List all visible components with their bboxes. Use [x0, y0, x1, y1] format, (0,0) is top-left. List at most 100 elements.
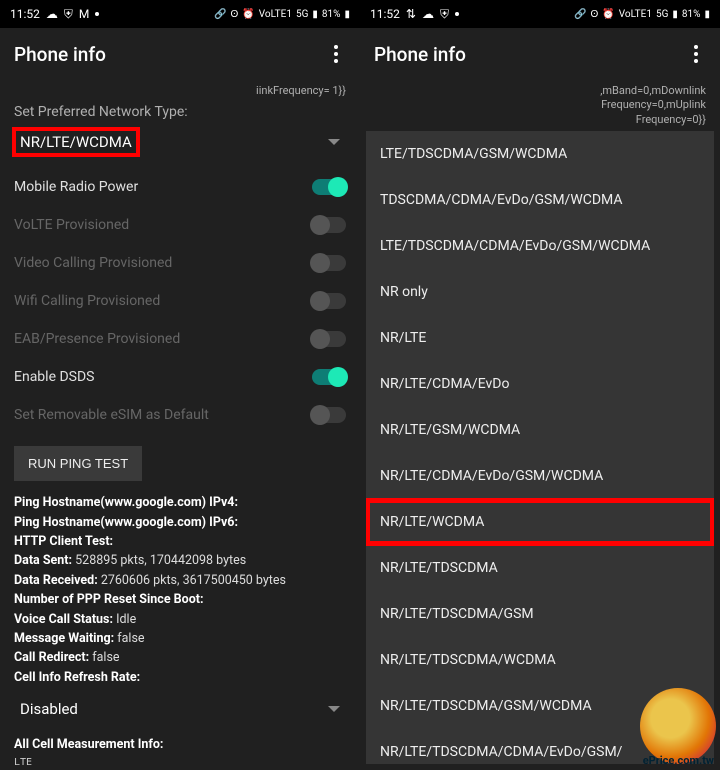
watermark-logo: [640, 688, 716, 764]
status-bar: 11:52 ☁ ⛨ M 🔗 ʘ ⏰ VoLTE1 5G ▮ 81% ▮: [0, 0, 360, 28]
toggle-switch: [312, 217, 346, 233]
app-bar: Phone info: [0, 28, 360, 80]
toggle-row: Set Removable eSIM as Default: [14, 396, 346, 434]
toggle-row: Mobile Radio Power: [14, 168, 346, 206]
network-type-option[interactable]: NR/LTE/WCDMA: [366, 499, 714, 545]
toggle-label: VoLTE Provisioned: [14, 217, 129, 233]
toggle-switch[interactable]: [312, 179, 346, 195]
toggle-switch: [312, 293, 346, 309]
network-type-option[interactable]: NR/LTE/TDSCDMA: [366, 545, 714, 591]
toggle-label: Set Removable eSIM as Default: [14, 407, 209, 423]
call-redirect-label: Call Redirect:: [14, 650, 89, 665]
volte-icon: VoLTE1: [619, 9, 652, 20]
toggle-label: Enable DSDS: [14, 369, 94, 385]
page-title: Phone info: [374, 43, 466, 66]
signal-5g-icon: 5G: [296, 9, 308, 20]
toggle-row: EAB/Presence Provisioned: [14, 320, 346, 358]
msg-waiting-value: false: [114, 631, 144, 646]
pref-network-dropdown[interactable]: NR/LTE/WCDMA: [14, 124, 346, 160]
shield-icon: ⛨: [440, 7, 449, 22]
toggle-label: Video Calling Provisioned: [14, 255, 172, 271]
run-ping-button[interactable]: RUN PING TEST: [14, 446, 142, 481]
data-sent-value: 528895 pkts, 170442098 bytes: [72, 553, 246, 568]
cell-measurement-table: LTE SRV MCC MNC TAC CID PCI EARFCN BW RS…: [14, 756, 346, 770]
notif-dot-icon: [455, 12, 459, 16]
refresh-rate-dropdown[interactable]: Disabled: [14, 691, 346, 727]
signal-bars-icon: ▮: [672, 9, 678, 20]
toggle-label: EAB/Presence Provisioned: [14, 331, 180, 347]
toggle-row: Wifi Calling Provisioned: [14, 282, 346, 320]
status-bar: 11:52 ⇅ ☁ ⛨ 🔗 ʘ ⏰ VoLTE1 5G ▮ 81% ▮: [360, 0, 720, 28]
data-recv-value: 2760606 pkts, 3617500450 bytes: [98, 573, 286, 588]
alarm-icon: ⏰: [242, 9, 254, 20]
more-vert-icon[interactable]: [326, 37, 346, 71]
network-type-option[interactable]: LTE/TDSCDMA/CDMA/EvDo/GSM/WCDMA: [366, 223, 714, 269]
signal-5g-icon: 5G: [656, 9, 668, 20]
toggle-switch: [312, 407, 346, 423]
content-scroll[interactable]: iinkFrequency= 1}} Set Preferred Network…: [0, 80, 360, 770]
link-icon: 🔗: [214, 9, 226, 20]
mail-icon: M: [79, 7, 89, 21]
watermark-text: ePrice.com.tw: [643, 754, 714, 767]
battery-icon: ▮: [704, 9, 710, 20]
toggle-row: Video Calling Provisioned: [14, 244, 346, 282]
refresh-rate-label: Cell Info Refresh Rate:: [14, 670, 140, 685]
signal-bars-icon: ▮: [312, 9, 318, 20]
status-time: 11:52: [10, 7, 40, 21]
volte-icon: VoLTE1: [259, 9, 292, 20]
data-recv-label: Data Received:: [14, 573, 98, 588]
network-type-option[interactable]: NR/LTE/CDMA/EvDo: [366, 361, 714, 407]
toggle-switch[interactable]: [312, 369, 346, 385]
cat-icon: ʘ: [591, 9, 599, 20]
data-sent-label: Data Sent:: [14, 553, 72, 568]
ping-v6-label: Ping Hostname(www.google.com) IPv6:: [14, 515, 238, 530]
battery-icon: ▮: [344, 9, 350, 20]
more-vert-icon[interactable]: [686, 37, 706, 71]
network-type-option[interactable]: NR/LTE/CDMA/EvDo/GSM/WCDMA: [366, 453, 714, 499]
toggle-switch: [312, 331, 346, 347]
toggle-label: Mobile Radio Power: [14, 179, 138, 195]
cloud-icon: ☁: [422, 7, 434, 21]
network-type-option[interactable]: NR/LTE/GSM/WCDMA: [366, 407, 714, 453]
alarm-icon: ⏰: [602, 9, 614, 20]
call-redirect-value: false: [89, 650, 119, 665]
overflow-text: ,mBand=0,mDownlink Frequency=0,mUplink F…: [360, 84, 720, 127]
http-test-label: HTTP Client Test:: [14, 534, 113, 549]
link-icon: 🔗: [574, 9, 586, 20]
cloud-icon: ☁: [46, 7, 58, 21]
updown-icon: ⇅: [406, 7, 416, 21]
cat-icon: ʘ: [231, 9, 239, 20]
status-time: 11:52: [370, 7, 400, 21]
network-type-option[interactable]: LTE/TDSCDMA/GSM/WCDMA: [366, 131, 714, 177]
shield-icon: ⛨: [64, 7, 73, 22]
network-type-option[interactable]: TDSCDMA/CDMA/EvDo/GSM/WCDMA: [366, 177, 714, 223]
left-panel: 11:52 ☁ ⛨ M 🔗 ʘ ⏰ VoLTE1 5G ▮ 81% ▮ Phon…: [0, 0, 360, 770]
page-title: Phone info: [14, 43, 106, 66]
all-cell-info-label: All Cell Measurement Info:: [14, 737, 163, 752]
app-bar: Phone info: [360, 28, 720, 80]
network-type-option[interactable]: NR/LTE/TDSCDMA/GSM: [366, 591, 714, 637]
toggle-row: Enable DSDS: [14, 358, 346, 396]
network-type-option[interactable]: NR/LTE: [366, 315, 714, 361]
pref-network-value: NR/LTE/WCDMA: [14, 129, 138, 155]
chevron-down-icon: [328, 706, 340, 712]
right-panel: 11:52 ⇅ ☁ ⛨ 🔗 ʘ ⏰ VoLTE1 5G ▮ 81% ▮ Phon…: [360, 0, 720, 770]
chevron-down-icon: [328, 139, 340, 145]
battery-text: 81%: [322, 9, 341, 20]
network-type-option[interactable]: NR only: [366, 269, 714, 315]
voice-call-status-value: Idle: [113, 612, 136, 627]
msg-waiting-label: Message Waiting:: [14, 631, 114, 646]
toggle-row: VoLTE Provisioned: [14, 206, 346, 244]
refresh-rate-value: Disabled: [14, 696, 84, 722]
pref-network-label: Set Preferred Network Type:: [14, 104, 346, 120]
network-type-option[interactable]: NR/LTE/TDSCDMA/WCDMA: [366, 637, 714, 683]
toggle-switch: [312, 255, 346, 271]
battery-text: 81%: [682, 9, 701, 20]
ping-v4-label: Ping Hostname(www.google.com) IPv4:: [14, 495, 238, 510]
voice-call-status-label: Voice Call Status:: [14, 612, 113, 627]
toggle-label: Wifi Calling Provisioned: [14, 293, 160, 309]
ppp-reset-label: Number of PPP Reset Since Boot:: [14, 592, 204, 607]
network-type-list[interactable]: LTE/TDSCDMA/GSM/WCDMATDSCDMA/CDMA/EvDo/G…: [366, 131, 714, 764]
overflow-text: iinkFrequency= 1}}: [14, 84, 346, 98]
notif-dot-icon: [95, 12, 99, 16]
